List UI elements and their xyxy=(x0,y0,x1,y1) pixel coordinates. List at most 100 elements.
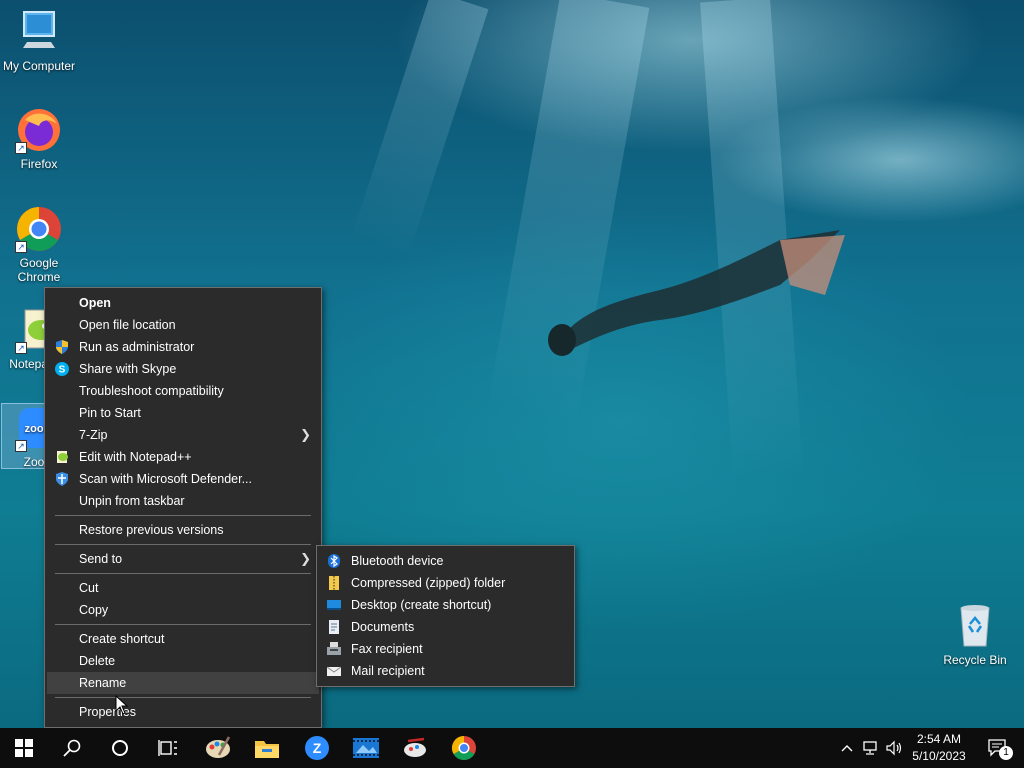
mouse-cursor-icon xyxy=(115,695,129,715)
send-to-bluetooth-device[interactable]: Bluetooth device xyxy=(317,550,574,572)
desktop-icon xyxy=(327,600,341,610)
menu-item-troubleshoot-compatibility[interactable]: Troubleshoot compatibility xyxy=(45,380,321,402)
task-view-icon xyxy=(158,740,177,756)
recycle-bin-icon xyxy=(951,602,999,650)
menu-item-properties[interactable]: Properties xyxy=(45,701,321,723)
paint-icon xyxy=(206,736,231,758)
zoom-icon: Z xyxy=(305,736,329,760)
chrome-icon: ↗ xyxy=(15,205,63,253)
menu-item-label: Open xyxy=(79,296,111,310)
menu-item-label: Mail recipient xyxy=(351,664,425,678)
diver-image xyxy=(548,230,845,356)
menu-item-label: Scan with Microsoft Defender... xyxy=(79,472,252,486)
taskbar-clock[interactable]: 2:54 AM 5/10/2023 xyxy=(904,731,974,765)
fax-icon xyxy=(327,642,341,655)
menu-item-label: Restore previous versions xyxy=(79,523,224,537)
menu-item-label: Pin to Start xyxy=(79,406,141,420)
menu-item-rename[interactable]: Rename xyxy=(47,672,319,694)
documents-icon xyxy=(329,620,339,634)
context-menu: Open Open file location Run as administr… xyxy=(44,287,322,728)
menu-separator xyxy=(55,544,311,545)
menu-item-copy[interactable]: Copy xyxy=(45,599,321,621)
send-to-submenu: Bluetooth device Compressed (zipped) fol… xyxy=(316,545,575,687)
menu-item-7-zip[interactable]: 7-Zip ❯ xyxy=(45,424,321,446)
menu-item-label: Documents xyxy=(351,620,415,634)
menu-item-label: Rename xyxy=(79,676,127,690)
taskbar: Z 2:54 AM 5/10/2023 1 xyxy=(0,728,1024,768)
network-button[interactable] xyxy=(860,728,882,768)
bluetooth-icon xyxy=(328,554,340,568)
menu-item-label: Compressed (zipped) folder xyxy=(351,576,506,590)
send-to-documents[interactable]: Documents xyxy=(317,616,574,638)
file-explorer-icon xyxy=(255,741,279,758)
cortana-button[interactable] xyxy=(96,728,144,768)
search-button[interactable] xyxy=(48,728,96,768)
menu-separator xyxy=(55,697,311,698)
menu-item-label: Cut xyxy=(79,581,99,595)
action-center-button[interactable]: 1 xyxy=(978,728,1018,768)
menu-item-label: Edit with Notepad++ xyxy=(79,450,192,464)
menu-separator xyxy=(55,573,311,574)
taskbar-app-photos[interactable] xyxy=(342,728,390,768)
volume-icon xyxy=(886,740,902,756)
menu-separator xyxy=(55,624,311,625)
send-to-desktop-create-shortcut[interactable]: Desktop (create shortcut) xyxy=(317,594,574,616)
menu-item-scan-with-microsoft-defender[interactable]: Scan with Microsoft Defender... xyxy=(45,468,321,490)
task-view-button[interactable] xyxy=(144,728,192,768)
start-button[interactable] xyxy=(0,728,48,768)
menu-item-label: Copy xyxy=(79,603,109,617)
snipping-icon xyxy=(404,737,426,757)
start-icon xyxy=(15,739,33,757)
taskbar-app-paint[interactable] xyxy=(194,728,242,768)
menu-item-create-shortcut[interactable]: Create shortcut xyxy=(45,628,321,650)
chevron-up-icon xyxy=(841,745,853,752)
shortcut-arrow-icon: ↗ xyxy=(15,342,27,354)
network-icon xyxy=(863,741,877,755)
menu-item-restore-previous-versions[interactable]: Restore previous versions xyxy=(45,519,321,541)
search-icon xyxy=(63,739,81,757)
menu-item-delete[interactable]: Delete xyxy=(45,650,321,672)
taskbar-app-zoom[interactable]: Z xyxy=(293,728,341,768)
menu-item-label: Delete xyxy=(79,654,116,668)
menu-item-label: Send to xyxy=(79,552,123,566)
menu-item-label: Open file location xyxy=(79,318,176,332)
volume-button[interactable] xyxy=(884,728,906,768)
light-ray xyxy=(351,0,489,257)
menu-item-pin-to-start[interactable]: Pin to Start xyxy=(45,402,321,424)
desktop-icon-google-chrome[interactable]: ↗ Google Chrome xyxy=(1,205,77,284)
photos-icon xyxy=(353,738,379,758)
send-to-compressed-folder[interactable]: Compressed (zipped) folder xyxy=(317,572,574,594)
shortcut-arrow-icon: ↗ xyxy=(15,440,27,452)
taskbar-app-file-explorer[interactable] xyxy=(243,728,291,768)
shortcut-arrow-icon: ↗ xyxy=(15,142,27,154)
menu-item-cut[interactable]: Cut xyxy=(45,577,321,599)
menu-item-share-with-skype[interactable]: S Share with Skype xyxy=(45,358,321,380)
menu-item-label: Troubleshoot compatibility xyxy=(79,384,224,398)
desktop-icon-firefox[interactable]: ↗ Firefox xyxy=(1,106,77,171)
taskbar-app-chrome[interactable] xyxy=(440,728,488,768)
desktop-icon-recycle-bin[interactable]: Recycle Bin xyxy=(937,602,1013,667)
shortcut-arrow-icon: ↗ xyxy=(15,241,27,253)
menu-item-open-file-location[interactable]: Open file location xyxy=(45,314,321,336)
desktop-icon-label: Google Chrome xyxy=(17,256,61,284)
menu-item-open[interactable]: Open xyxy=(45,292,321,314)
menu-item-label: Create shortcut xyxy=(79,632,165,646)
desktop-icon-label: Recycle Bin xyxy=(943,653,1007,667)
chrome-icon xyxy=(451,736,476,761)
taskbar-app-snipping-tool[interactable] xyxy=(391,728,439,768)
menu-item-run-as-administrator[interactable]: Run as administrator xyxy=(45,336,321,358)
notification-count-badge: 1 xyxy=(999,746,1013,760)
skype-icon: S xyxy=(55,362,69,376)
menu-item-unpin-from-taskbar[interactable]: Unpin from taskbar xyxy=(45,490,321,512)
chevron-right-icon: ❯ xyxy=(300,551,311,566)
menu-item-label: Share with Skype xyxy=(79,362,177,376)
cortana-icon xyxy=(112,740,128,756)
send-to-fax-recipient[interactable]: Fax recipient xyxy=(317,638,574,660)
menu-item-edit-with-notepad-plus-plus[interactable]: Edit with Notepad++ xyxy=(45,446,321,468)
menu-item-label: Fax recipient xyxy=(351,642,423,656)
menu-item-send-to[interactable]: Send to ❯ xyxy=(45,548,321,570)
send-to-mail-recipient[interactable]: Mail recipient xyxy=(317,660,574,682)
show-hidden-icons-button[interactable] xyxy=(838,728,856,768)
menu-item-label: Desktop (create shortcut) xyxy=(351,598,492,612)
desktop-icon-my-computer[interactable]: My Computer xyxy=(1,8,77,73)
